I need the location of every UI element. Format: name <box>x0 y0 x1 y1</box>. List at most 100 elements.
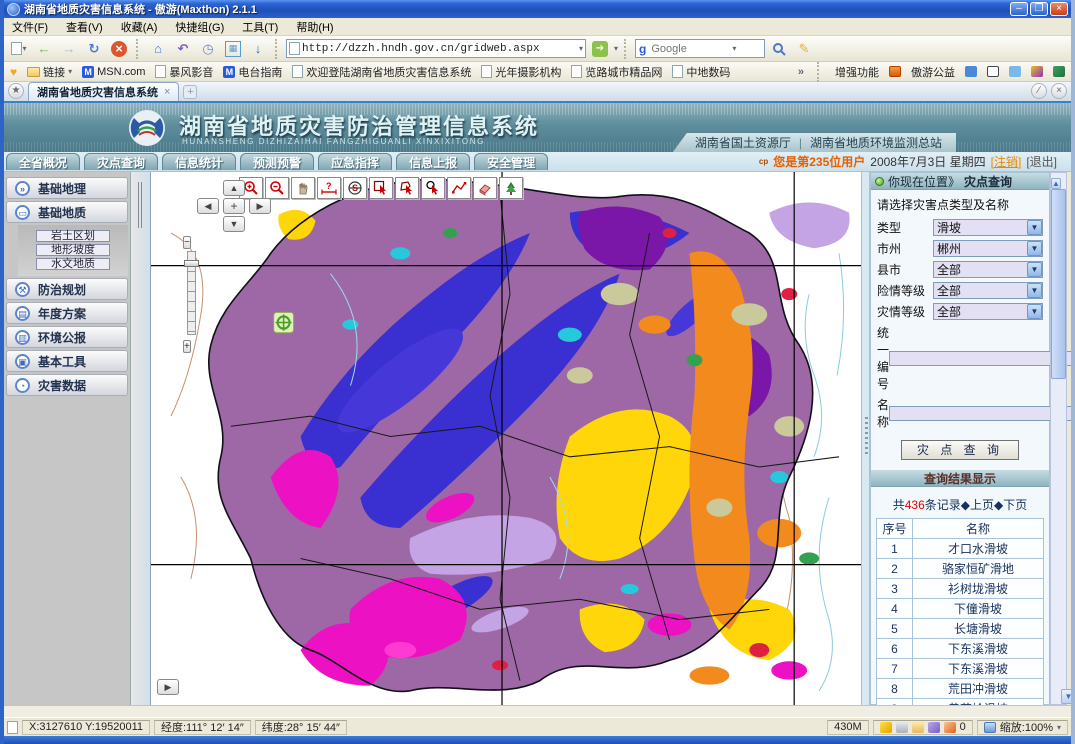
chevron-down-icon[interactable]: ▼ <box>1027 220 1042 235</box>
logout-link[interactable]: [注销] <box>991 153 1022 170</box>
menu-favorites[interactable]: 收藏(A) <box>121 19 158 35</box>
table-row[interactable]: 8荒田冲滑坡 <box>877 679 1044 699</box>
tab-security-admin[interactable]: 安全管理 <box>474 153 548 170</box>
go-button[interactable]: ➔ <box>589 38 611 60</box>
messenger-icon[interactable] <box>965 66 977 77</box>
setup-button[interactable]: ⁄ <box>1031 83 1047 99</box>
menu-view[interactable]: 查看(V) <box>66 19 103 35</box>
clear-selection-tool[interactable]: S <box>343 177 367 199</box>
undo-button[interactable]: ↶ <box>172 38 194 60</box>
slider-zoom-out-button[interactable]: − <box>183 236 191 249</box>
chevron-down-icon[interactable]: ▼ <box>1027 241 1042 256</box>
pan-center-button[interactable]: + <box>223 198 245 214</box>
menu-groups[interactable]: 快捷组(G) <box>175 19 224 35</box>
notes-icon[interactable] <box>1009 66 1021 77</box>
address-bar[interactable]: ▾ <box>286 39 586 58</box>
sidebar-item-prevention-planning[interactable]: ⚒防治规划 <box>6 278 128 300</box>
link-item[interactable]: 中地数码 <box>672 64 730 80</box>
link-item[interactable]: 暴风影音 <box>155 64 213 80</box>
tab-emergency-command[interactable]: 应急指挥 <box>318 153 392 170</box>
tab-forecast-warning[interactable]: 预测预警 <box>240 153 314 170</box>
maxthon-charity-button[interactable]: 傲游公益 <box>911 64 955 80</box>
chevron-down-icon[interactable]: ▼ <box>1027 262 1042 277</box>
stop-button[interactable]: × <box>108 38 130 60</box>
legend-tool[interactable] <box>499 177 523 199</box>
title-bar[interactable]: 湖南省地质灾害信息系统 - 傲游(Maxthon) 2.1.1 – ❐ × <box>4 0 1071 18</box>
link-geo-env-station[interactable]: 湖南省地质环境监测总站 <box>810 134 942 151</box>
tab-statistics[interactable]: 信息统计 <box>162 153 236 170</box>
scroll-thumb[interactable] <box>1051 189 1066 379</box>
geological-map-canvas[interactable] <box>151 172 861 705</box>
pan-up-button[interactable]: ▲ <box>223 180 245 196</box>
minimize-button[interactable]: – <box>1010 2 1028 16</box>
new-tab-button[interactable]: + <box>183 85 197 99</box>
measure-tool[interactable] <box>447 177 471 199</box>
scroll-up-button[interactable]: ▲ <box>1051 178 1061 189</box>
polygon-select-tool[interactable] <box>395 177 419 199</box>
folder-icon[interactable] <box>912 722 924 733</box>
window-icon[interactable] <box>987 66 999 77</box>
pan-tool[interactable] <box>291 177 315 199</box>
disaster-level-select[interactable]: 全部▼ <box>933 303 1043 320</box>
table-row[interactable]: 5长塘滑坡 <box>877 619 1044 639</box>
table-row[interactable]: 1才口水滑坡 <box>877 539 1044 559</box>
next-page-link[interactable]: ◆下页 <box>994 498 1027 512</box>
sidebar-item-env-bulletin[interactable]: ▥环境公报 <box>6 326 128 348</box>
page-scrollbar[interactable]: ▲ ▼ <box>1050 172 1067 705</box>
tab-province-overview[interactable]: 全省概况 <box>6 153 80 170</box>
close-button[interactable]: × <box>1050 2 1068 16</box>
go-dropdown-icon[interactable]: ▾ <box>614 44 618 53</box>
download-button[interactable]: ↓ <box>247 38 269 60</box>
new-page-button[interactable]: ▾ <box>8 38 30 60</box>
map-viewport[interactable]: ? S ▲ ◀ + ▶ ▼ − + ▶ <box>151 172 861 705</box>
printer-icon[interactable] <box>896 722 908 733</box>
chevron-down-icon[interactable]: ▼ <box>1027 304 1042 319</box>
blocked-counter-icon[interactable] <box>944 722 956 733</box>
scroll-down-button[interactable]: ▼ <box>1061 689 1075 704</box>
circle-select-tool[interactable] <box>421 177 445 199</box>
disaster-query-button[interactable]: 灾 点 查 询 <box>901 440 1019 460</box>
link-item[interactable]: 览路城市精品网 <box>571 64 662 80</box>
back-button[interactable]: ← <box>33 38 55 60</box>
map-location-marker[interactable] <box>274 312 294 332</box>
frames-button[interactable]: ▦ <box>222 38 244 60</box>
menu-tools[interactable]: 工具(T) <box>242 19 278 35</box>
highlight-icon[interactable]: ✎ <box>793 38 815 60</box>
prev-page-link[interactable]: ◆上页 <box>961 498 994 512</box>
submenu-rock-soil-zoning[interactable]: 岩土区划 <box>36 230 110 242</box>
slider-zoom-in-button[interactable]: + <box>183 340 191 353</box>
tab-disaster-query[interactable]: 灾点查询 <box>84 153 158 170</box>
sidebar-item-base-geography[interactable]: »基础地理 <box>6 177 128 199</box>
boost-lightning-icon[interactable] <box>880 722 892 733</box>
slider-handle[interactable] <box>184 260 199 267</box>
home-button[interactable]: ⌂ <box>147 38 169 60</box>
link-land-resources[interactable]: 湖南省国土资源厅 <box>695 134 791 151</box>
sidebar-item-basic-tools[interactable]: ▣基本工具 <box>6 350 128 372</box>
tab-close-icon[interactable]: × <box>164 86 170 98</box>
zoom-out-tool[interactable] <box>265 177 289 199</box>
rect-select-tool[interactable] <box>369 177 393 199</box>
refresh-button[interactable]: ↻ <box>83 38 105 60</box>
search-box[interactable]: g ▾ <box>635 39 765 58</box>
favorites-heart-icon[interactable]: ♥ <box>10 65 17 79</box>
slider-track[interactable] <box>187 251 196 335</box>
search-dropdown-icon[interactable]: ▾ <box>732 44 736 53</box>
sidebar-splitter[interactable] <box>131 172 151 705</box>
eraser-tool[interactable] <box>473 177 497 199</box>
risk-level-select[interactable]: 全部▼ <box>933 282 1043 299</box>
pan-down-button[interactable]: ▼ <box>223 216 245 232</box>
close-tabs-button[interactable]: × <box>1051 83 1067 99</box>
sidebar-item-base-geology[interactable]: ▭基础地质 <box>6 201 128 223</box>
panel-splitter[interactable] <box>861 172 870 705</box>
links-folder[interactable]: 链接▾ <box>27 64 72 80</box>
city-select[interactable]: 郴州▼ <box>933 240 1043 257</box>
shield-icon[interactable] <box>889 66 901 77</box>
status-zoom[interactable]: 缩放:100% ▾ <box>977 720 1068 735</box>
book-icon[interactable] <box>928 722 940 733</box>
table-row[interactable]: 4下僮滑坡 <box>877 599 1044 619</box>
search-go-icon[interactable] <box>768 38 790 60</box>
extensions-button[interactable]: 增强功能 <box>835 64 879 80</box>
sidebar-item-annual-plan[interactable]: ▤年度方案 <box>6 302 128 324</box>
forward-button[interactable]: → <box>58 38 80 60</box>
search-input[interactable] <box>649 42 729 56</box>
